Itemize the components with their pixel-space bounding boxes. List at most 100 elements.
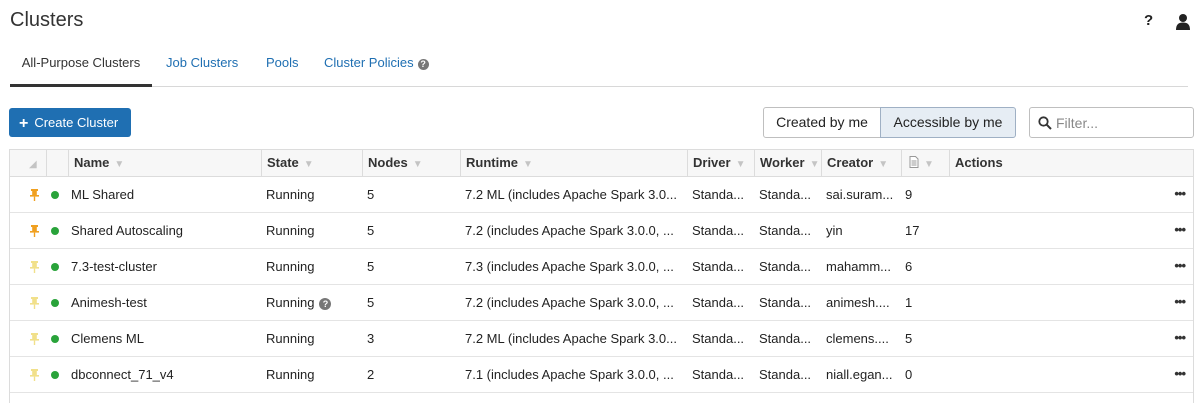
table-row[interactable]: Clemens ML Running 3 7.2 ML (includes Apach… bbox=[10, 321, 1193, 357]
cell-worker: Standa... bbox=[759, 177, 821, 212]
table-row[interactable]: ML Shared Running 5 7.2 ML (includes Apache… bbox=[10, 177, 1193, 213]
cell-name-text: dbconnect_71_v4 bbox=[71, 367, 174, 382]
cell-name-text: Clemens ML bbox=[71, 331, 144, 346]
pin-icon[interactable] bbox=[30, 261, 39, 273]
cell-name[interactable]: ML Shared bbox=[71, 177, 257, 212]
column-name[interactable]: Name ▼ bbox=[68, 150, 261, 176]
created-by-me-toggle[interactable]: Created by me bbox=[763, 107, 881, 138]
column-state[interactable]: State ▼ bbox=[261, 150, 362, 176]
user-icon[interactable] bbox=[1175, 13, 1191, 30]
cell-name-text: ML Shared bbox=[71, 187, 135, 202]
pin-icon[interactable] bbox=[30, 333, 39, 345]
cell-worker: Standa... bbox=[759, 249, 821, 284]
pin-icon[interactable] bbox=[30, 369, 39, 381]
cell-runtime: 7.3 (includes Apache Spark 3.0.0, ... bbox=[465, 249, 685, 284]
column-driver[interactable]: Driver ▼ bbox=[687, 150, 754, 176]
column-worker[interactable]: Worker ▼ bbox=[754, 150, 821, 176]
cell-driver-text: Standa... bbox=[692, 259, 745, 274]
cell-name-text: Shared Autoscaling bbox=[71, 223, 184, 238]
more-actions-icon[interactable]: ••• bbox=[1174, 285, 1186, 320]
cell-driver-text: Standa... bbox=[692, 187, 745, 202]
column-pin[interactable]: ◢ bbox=[10, 150, 46, 176]
cell-name[interactable]: dbconnect_71_v4 bbox=[71, 357, 257, 392]
column-nodes[interactable]: Nodes ▼ bbox=[362, 150, 460, 176]
cell-name[interactable]: Animesh-test bbox=[71, 285, 257, 320]
filter-input[interactable] bbox=[1056, 112, 1188, 133]
cell-runtime-text: 7.2 ML (includes Apache Spark 3.0... bbox=[465, 331, 677, 346]
more-actions-icon[interactable]: ••• bbox=[1174, 177, 1186, 212]
table-row[interactable]: 7.3-test-cluster Running 5 7.3 (includes Ap… bbox=[10, 249, 1193, 285]
table-row[interactable]: Animesh-test Running? 5 7.2 (includes Apach… bbox=[10, 285, 1193, 321]
cell-creator: yin bbox=[826, 213, 902, 248]
more-actions-icon[interactable]: ••• bbox=[1174, 213, 1186, 248]
column-runtime[interactable]: Runtime ▼ bbox=[460, 150, 687, 176]
column-driver-label: Driver bbox=[693, 155, 731, 170]
pin-icon[interactable] bbox=[30, 297, 39, 309]
cell-notebooks: 17 bbox=[905, 213, 945, 248]
accessible-by-me-toggle[interactable]: Accessible by me bbox=[880, 107, 1016, 138]
pin-icon[interactable] bbox=[30, 189, 39, 201]
cell-runtime-text: 7.1 (includes Apache Spark 3.0.0, ... bbox=[465, 367, 674, 382]
table-header: ◢ Name ▼ State ▼ Nodes ▼ Runtime ▼ Driver ▼ W… bbox=[10, 150, 1193, 177]
cell-notebooks: 0 bbox=[905, 357, 945, 392]
table-row[interactable]: dbconnect_71_v4 Running 2 7.1 (includes Apa… bbox=[10, 357, 1193, 393]
cell-worker-text: Standa... bbox=[759, 259, 812, 274]
column-worker-label: Worker bbox=[760, 155, 805, 170]
cell-state: Running? bbox=[266, 285, 361, 320]
more-actions-icon[interactable]: ••• bbox=[1174, 357, 1186, 392]
running-status-icon bbox=[51, 299, 59, 307]
help-icon[interactable]: ? bbox=[1144, 12, 1153, 29]
cell-creator-text: mahamm... bbox=[826, 259, 892, 274]
cell-driver-text: Standa... bbox=[692, 367, 745, 382]
cell-runtime: 7.2 (includes Apache Spark 3.0.0, ... bbox=[465, 285, 685, 320]
cell-driver: Standa... bbox=[692, 321, 754, 356]
cell-state-text: Running bbox=[266, 259, 315, 274]
sort-icon: ▼ bbox=[735, 159, 746, 170]
sort-icon: ▼ bbox=[412, 159, 423, 170]
create-cluster-label: Create Cluster bbox=[34, 115, 119, 130]
cell-name[interactable]: 7.3-test-cluster bbox=[71, 249, 257, 284]
cell-nodes-text: 5 bbox=[367, 223, 375, 238]
cell-driver: Standa... bbox=[692, 249, 754, 284]
cell-creator: clemens.... bbox=[826, 321, 902, 356]
cell-worker-text: Standa... bbox=[759, 367, 812, 382]
cell-name[interactable]: Shared Autoscaling bbox=[71, 213, 257, 248]
more-actions-icon[interactable]: ••• bbox=[1174, 321, 1186, 356]
state-info-icon[interactable]: ? bbox=[319, 298, 332, 310]
pin-icon[interactable] bbox=[30, 225, 39, 237]
cell-creator-text: animesh.... bbox=[826, 295, 890, 310]
cell-state-text: Running bbox=[266, 367, 315, 382]
tab-cluster-policies-label: Cluster Policies bbox=[324, 55, 414, 70]
column-status bbox=[46, 150, 68, 176]
cell-driver: Standa... bbox=[692, 285, 754, 320]
cell-nodes: 5 bbox=[367, 249, 457, 284]
create-cluster-button[interactable]: + Create Cluster bbox=[9, 108, 131, 137]
filter-field[interactable] bbox=[1029, 107, 1194, 138]
page-title: Clusters bbox=[10, 9, 84, 31]
tab-cluster-policies[interactable]: Cluster Policies? bbox=[324, 46, 429, 87]
cell-state: Running bbox=[266, 177, 361, 212]
more-actions-icon[interactable]: ••• bbox=[1174, 249, 1186, 284]
column-notebooks[interactable]: ▼ bbox=[901, 150, 949, 176]
tab-job-clusters[interactable]: Job Clusters bbox=[166, 46, 238, 87]
info-icon[interactable]: ? bbox=[417, 59, 429, 70]
cluster-tabs: All-Purpose Clusters Job Clusters Pools … bbox=[10, 46, 1188, 87]
running-status-icon bbox=[51, 263, 59, 271]
cell-runtime-text: 7.2 (includes Apache Spark 3.0.0, ... bbox=[465, 223, 674, 238]
cell-nodes: 2 bbox=[367, 357, 457, 392]
cell-state: Running bbox=[266, 249, 361, 284]
table-row[interactable]: Shared Autoscaling Running 5 7.2 (includes … bbox=[10, 213, 1193, 249]
cell-notebooks: 5 bbox=[905, 321, 945, 356]
cell-name[interactable]: Clemens ML bbox=[71, 321, 257, 356]
cell-worker-text: Standa... bbox=[759, 331, 812, 346]
cell-state: Running bbox=[266, 213, 361, 248]
running-status-icon bbox=[51, 371, 59, 379]
tab-all-purpose-clusters[interactable]: All-Purpose Clusters bbox=[10, 46, 152, 87]
cell-state-text: Running bbox=[266, 223, 315, 238]
cell-worker: Standa... bbox=[759, 213, 821, 248]
tab-pools[interactable]: Pools bbox=[266, 46, 299, 87]
column-creator[interactable]: Creator ▼ bbox=[821, 150, 901, 176]
cell-notebooks-text: 5 bbox=[905, 331, 913, 346]
column-actions: Actions bbox=[949, 150, 1194, 176]
sort-icon: ▼ bbox=[878, 159, 889, 170]
